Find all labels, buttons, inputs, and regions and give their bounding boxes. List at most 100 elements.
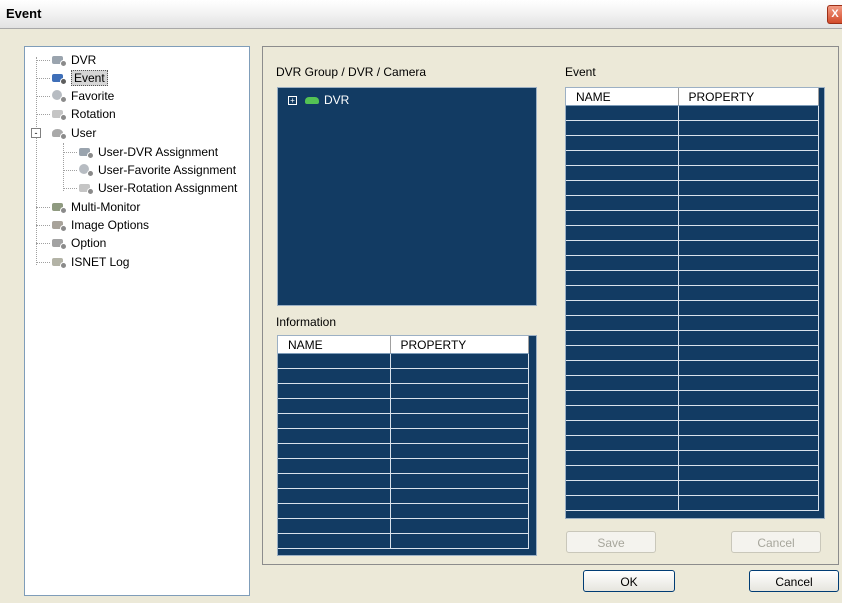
isnet-log-icon xyxy=(51,255,67,269)
table-row[interactable] xyxy=(566,390,819,406)
table-row[interactable] xyxy=(278,503,529,519)
table-cell xyxy=(566,285,679,301)
collapse-user-toggle[interactable]: - xyxy=(31,128,41,138)
table-row[interactable] xyxy=(278,488,529,504)
table-row[interactable] xyxy=(278,458,529,474)
event-cancel-button[interactable]: Cancel xyxy=(731,531,821,553)
table-row[interactable] xyxy=(566,435,819,451)
table-row[interactable] xyxy=(566,450,819,466)
table-row[interactable] xyxy=(566,240,819,256)
tree-item-dvr[interactable]: DVR xyxy=(51,51,96,69)
tree-item-label: Image Options xyxy=(71,218,150,232)
column-header-name[interactable]: NAME xyxy=(278,336,391,354)
table-cell xyxy=(678,195,819,211)
table-cell xyxy=(678,390,819,406)
column-header-name[interactable]: NAME xyxy=(566,88,679,106)
table-cell xyxy=(390,428,529,444)
tree-node-dvr[interactable]: + DVR xyxy=(288,93,349,107)
table-row[interactable] xyxy=(278,443,529,459)
table-row[interactable] xyxy=(566,255,819,271)
table-row[interactable] xyxy=(566,345,819,361)
table-cell xyxy=(390,518,529,534)
table-cell xyxy=(278,473,391,489)
table-row[interactable] xyxy=(566,210,819,226)
ok-button[interactable]: OK xyxy=(583,570,675,592)
table-row[interactable] xyxy=(566,150,819,166)
table-row[interactable] xyxy=(566,315,819,331)
table-row[interactable] xyxy=(566,285,819,301)
table-row[interactable] xyxy=(278,398,529,414)
tree-item-rotation[interactable]: Rotation xyxy=(51,105,116,123)
table-cell xyxy=(390,398,529,414)
tree-item-image-options[interactable]: Image Options xyxy=(51,216,149,234)
table-row[interactable] xyxy=(566,180,819,196)
table-row[interactable] xyxy=(566,360,819,376)
table-cell xyxy=(678,255,819,271)
table-row[interactable] xyxy=(566,165,819,181)
table-row[interactable] xyxy=(278,473,529,489)
tree-item-user-rotation-assignment[interactable]: User-Rotation Assignment xyxy=(78,179,237,197)
table-row[interactable] xyxy=(566,495,819,511)
close-icon[interactable]: X xyxy=(827,5,842,24)
camera-tree[interactable]: + DVR xyxy=(277,87,537,306)
table-row[interactable] xyxy=(566,270,819,286)
table-cell xyxy=(678,345,819,361)
table-row[interactable] xyxy=(566,300,819,316)
event-table-box[interactable]: NAME PROPERTY xyxy=(565,87,825,519)
tree-item-favorite[interactable]: Favorite xyxy=(51,87,114,105)
column-header-property[interactable]: PROPERTY xyxy=(678,88,819,106)
table-cell xyxy=(390,533,529,549)
information-table-box[interactable]: NAME PROPERTY xyxy=(277,335,537,556)
table-row[interactable] xyxy=(278,353,529,369)
information-table[interactable]: NAME PROPERTY xyxy=(278,336,529,549)
tree-connector xyxy=(36,207,50,208)
settings-tree[interactable]: DVR Event Favorite Rotation - User User-… xyxy=(24,46,250,596)
table-row[interactable] xyxy=(566,375,819,391)
table-cell xyxy=(278,503,391,519)
tree-connector xyxy=(36,78,50,79)
tree-item-event[interactable]: Event xyxy=(51,69,108,87)
tree-item-user-favorite-assignment[interactable]: User-Favorite Assignment xyxy=(78,161,236,179)
event-table[interactable]: NAME PROPERTY xyxy=(566,88,819,511)
table-row[interactable] xyxy=(566,465,819,481)
table-row[interactable] xyxy=(278,383,529,399)
rotation-icon xyxy=(51,107,67,121)
table-row[interactable] xyxy=(566,225,819,241)
table-row[interactable] xyxy=(566,330,819,346)
table-row[interactable] xyxy=(278,368,529,384)
table-cell xyxy=(566,120,679,136)
table-cell xyxy=(678,405,819,421)
column-header-property[interactable]: PROPERTY xyxy=(390,336,529,354)
table-cell xyxy=(678,210,819,226)
table-row[interactable] xyxy=(278,413,529,429)
expand-icon[interactable]: + xyxy=(288,95,297,105)
event-settings-panel: DVR Group / DVR / Camera + DVR Informati… xyxy=(262,46,839,565)
cancel-button[interactable]: Cancel xyxy=(749,570,839,592)
table-row[interactable] xyxy=(566,135,819,151)
tree-item-isnet-log[interactable]: ISNET Log xyxy=(51,253,129,271)
table-row[interactable] xyxy=(566,420,819,436)
table-row[interactable] xyxy=(566,120,819,136)
event-icon xyxy=(51,71,67,85)
table-row[interactable] xyxy=(278,428,529,444)
table-cell xyxy=(278,398,391,414)
table-row[interactable] xyxy=(278,533,529,549)
tree-item-user[interactable]: User xyxy=(51,124,96,142)
table-row[interactable] xyxy=(566,195,819,211)
table-row[interactable] xyxy=(278,518,529,534)
tree-item-user-dvr-assignment[interactable]: User-DVR Assignment xyxy=(78,143,218,161)
table-row[interactable] xyxy=(566,405,819,421)
table-cell xyxy=(278,353,391,369)
table-row[interactable] xyxy=(566,105,819,121)
table-cell xyxy=(566,480,679,496)
table-cell xyxy=(678,225,819,241)
table-cell xyxy=(390,473,529,489)
tree-connector xyxy=(36,96,50,97)
information-label: Information xyxy=(276,315,337,329)
tree-item-option[interactable]: Option xyxy=(51,234,106,252)
save-button[interactable]: Save xyxy=(566,531,656,553)
table-cell xyxy=(566,210,679,226)
tree-item-multi-monitor[interactable]: Multi-Monitor xyxy=(51,198,140,216)
table-row[interactable] xyxy=(566,480,819,496)
tree-item-label: User-Favorite Assignment xyxy=(98,163,237,177)
